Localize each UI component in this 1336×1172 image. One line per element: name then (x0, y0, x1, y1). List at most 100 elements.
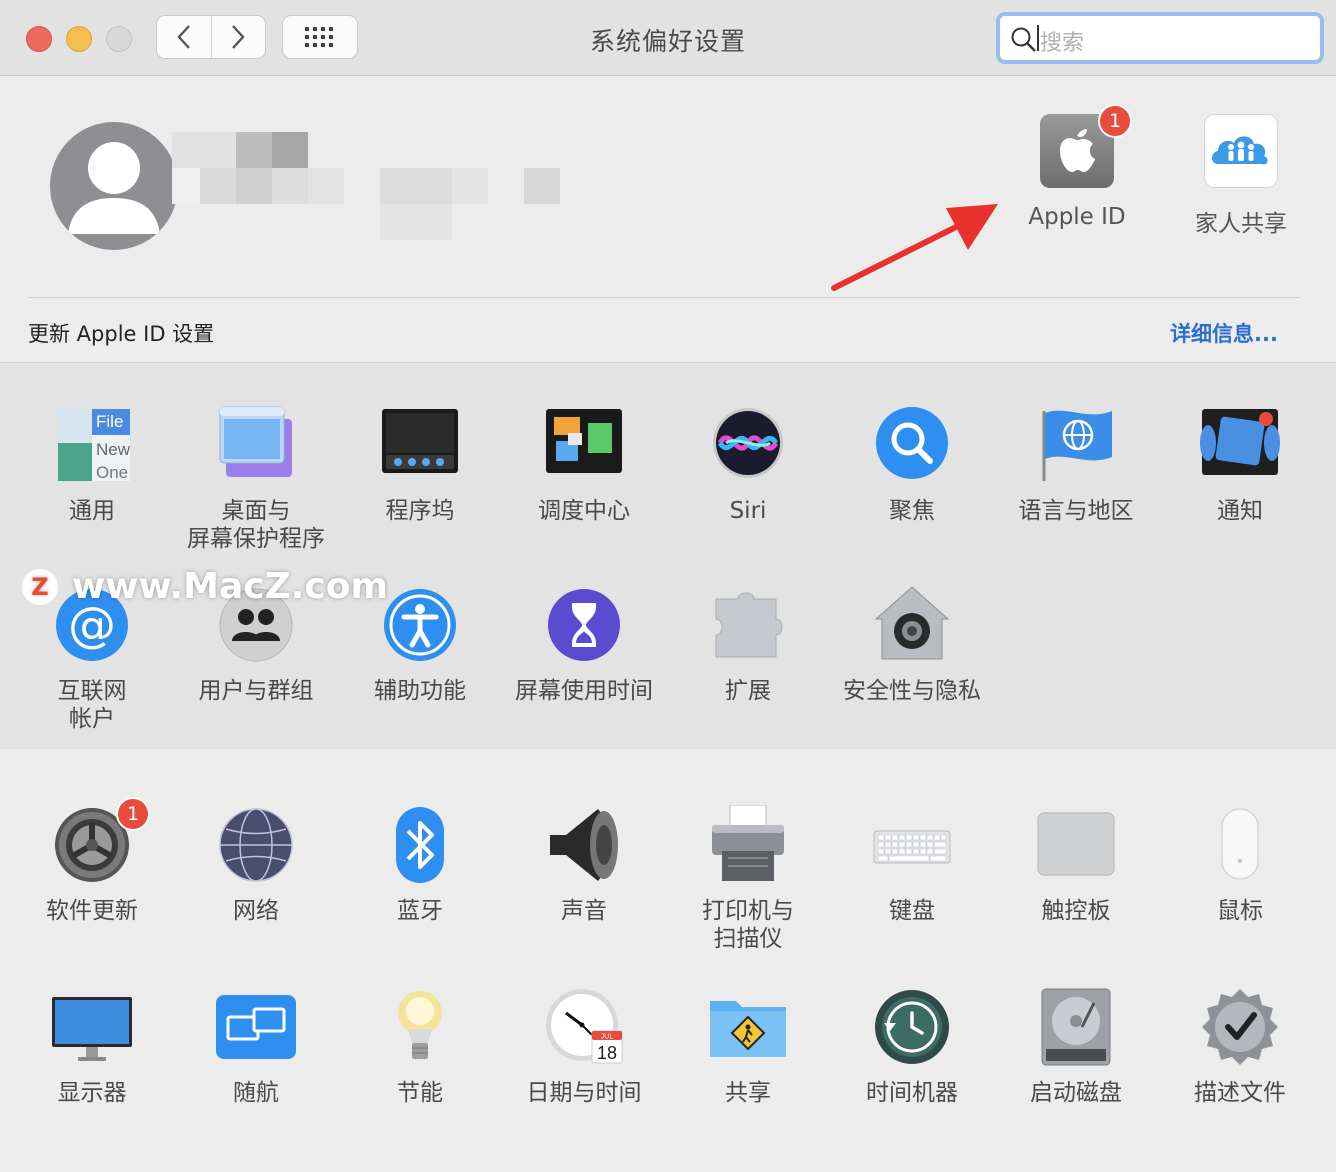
globe-icon (216, 805, 296, 885)
spotlight-icon (872, 405, 952, 485)
bluetooth-icon (380, 805, 460, 885)
pref-label: 软件更新 (46, 898, 138, 924)
search-field[interactable]: 搜索 (996, 12, 1324, 64)
divider (28, 297, 1300, 298)
pref-label: 声音 (561, 898, 607, 924)
time-machine-icon (872, 987, 952, 1067)
pref-dock[interactable]: 程序坞 (338, 405, 502, 525)
pref-screen-time[interactable]: 屏幕使用时间 (502, 585, 666, 705)
text-cursor (1037, 25, 1039, 51)
pref-security-privacy[interactable]: 安全性与隐私 (830, 585, 994, 705)
pref-label: 通用 (69, 498, 115, 524)
apple-id-pref[interactable]: 1 Apple ID (1012, 104, 1142, 230)
pref-label: 通知 (1217, 498, 1263, 524)
pref-network[interactable]: 网络 (174, 805, 338, 925)
pref-printers-scanners[interactable]: 打印机与 扫描仪 (666, 805, 830, 953)
apple-id-label: Apple ID (1028, 204, 1126, 230)
person-icon (68, 142, 160, 234)
annotation-arrow-icon (831, 204, 998, 291)
pref-trackpad[interactable]: 触控板 (994, 805, 1158, 925)
watermark-logo: Z (22, 568, 58, 605)
pref-mission-control[interactable]: 调度中心 (502, 405, 666, 525)
pref-label: 辅助功能 (374, 678, 466, 704)
update-apple-id-text: 更新 Apple ID 设置 (28, 322, 215, 346)
keyboard-icon (872, 805, 952, 885)
pref-spotlight[interactable]: 聚焦 (830, 405, 994, 525)
pref-label: 共享 (725, 1080, 771, 1106)
mission-control-icon (544, 405, 624, 485)
pref-mouse[interactable]: 鼠标 (1158, 805, 1322, 925)
pref-displays[interactable]: 显示器 (10, 987, 174, 1107)
desktop-icon (216, 405, 296, 485)
family-sharing-pref[interactable]: 家人共享 (1176, 114, 1306, 238)
pref-internet-accounts[interactable]: @ 互联网 帐户 (10, 585, 174, 733)
pref-energy-saver[interactable]: 节能 (338, 987, 502, 1107)
pref-label: 网络 (233, 898, 279, 924)
general-icon: File New One (52, 405, 132, 485)
general-one-text: One (96, 463, 128, 482)
pref-label: 互联网 帐户 (57, 678, 127, 732)
pref-time-machine[interactable]: 时间机器 (830, 987, 994, 1107)
calendar-month-text: JUL (601, 1034, 614, 1041)
pref-notifications[interactable]: 通知 (1158, 405, 1322, 525)
display-icon (52, 987, 132, 1067)
checkmark-badge-icon (1200, 987, 1280, 1067)
pref-label: 打印机与 扫描仪 (702, 898, 794, 952)
pref-label: 鼠标 (1217, 898, 1263, 924)
pref-sidecar[interactable]: 随航 (174, 987, 338, 1107)
account-section: 1 Apple ID 家人共享 更新 Apple ID 设置 详细信息... (0, 76, 1336, 362)
pref-language-region[interactable]: 语言与地区 (994, 405, 1158, 525)
general-new-text: New (96, 440, 131, 459)
pref-label: 用户与群组 (198, 678, 314, 704)
pref-label: 语言与地区 (1018, 498, 1134, 524)
printer-icon (708, 805, 788, 885)
pref-label: 键盘 (889, 898, 935, 924)
pref-label: 时间机器 (866, 1080, 958, 1106)
pref-date-time[interactable]: JUL 18 日期与时间 (502, 987, 666, 1107)
pref-label: 蓝牙 (397, 898, 443, 924)
pref-siri[interactable]: Siri (666, 405, 830, 525)
dock-icon (380, 405, 460, 485)
pref-label: 随航 (233, 1080, 279, 1106)
trackpad-icon (1036, 805, 1116, 885)
search-icon (1011, 27, 1036, 52)
user-avatar[interactable] (50, 122, 178, 250)
pref-sound[interactable]: 声音 (502, 805, 666, 925)
personal-prefs-section: File New One 通用 桌面与 屏幕保护程序 程序坞 调度中心 Siri… (0, 362, 1336, 750)
pref-label: 屏幕使用时间 (515, 678, 653, 704)
pref-label: 程序坞 (385, 498, 455, 524)
pref-keyboard[interactable]: 键盘 (830, 805, 994, 925)
pref-label: 聚焦 (889, 498, 935, 524)
pref-label: 触控板 (1041, 898, 1111, 924)
pref-extensions[interactable]: 扩展 (666, 585, 830, 705)
pref-label: 日期与时间 (526, 1080, 642, 1106)
pref-label: 扩展 (725, 678, 771, 704)
notifications-icon (1200, 405, 1280, 485)
pref-bluetooth[interactable]: 蓝牙 (338, 805, 502, 925)
mouse-icon (1200, 805, 1280, 885)
hardware-prefs-section: 1 软件更新 网络 蓝牙 声音 打印机与 扫描仪 键盘 触控板 鼠标 显示器 随… (0, 749, 1336, 1172)
pref-sharing[interactable]: 共享 (666, 987, 830, 1107)
pref-desktop-screensaver[interactable]: 桌面与 屏幕保护程序 (174, 405, 338, 553)
apple-id-badge: 1 (1098, 104, 1132, 138)
accessibility-icon (380, 585, 460, 665)
clock-icon: JUL 18 (544, 987, 624, 1067)
pref-general[interactable]: File New One 通用 (10, 405, 174, 525)
details-link[interactable]: 详细信息... (1170, 318, 1278, 348)
flag-globe-icon (1036, 405, 1116, 485)
search-placeholder: 搜索 (1040, 31, 1085, 56)
watermark-text: www.MacZ.com (72, 566, 388, 607)
software-update-badge: 1 (116, 797, 150, 831)
speaker-icon (544, 805, 624, 885)
pref-label: 安全性与隐私 (843, 678, 981, 704)
pref-label: Siri (729, 498, 767, 524)
sharing-folder-icon (708, 987, 788, 1067)
pref-profiles[interactable]: 描述文件 (1158, 987, 1322, 1107)
title-bar: 系统偏好设置 搜索 (0, 0, 1336, 76)
pref-software-update[interactable]: 1 软件更新 (10, 797, 174, 925)
puzzle-icon (708, 585, 788, 665)
sidecar-icon (216, 987, 296, 1067)
family-sharing-label: 家人共享 (1195, 211, 1287, 237)
pref-label: 调度中心 (538, 498, 630, 524)
pref-startup-disk[interactable]: 启动磁盘 (994, 987, 1158, 1107)
